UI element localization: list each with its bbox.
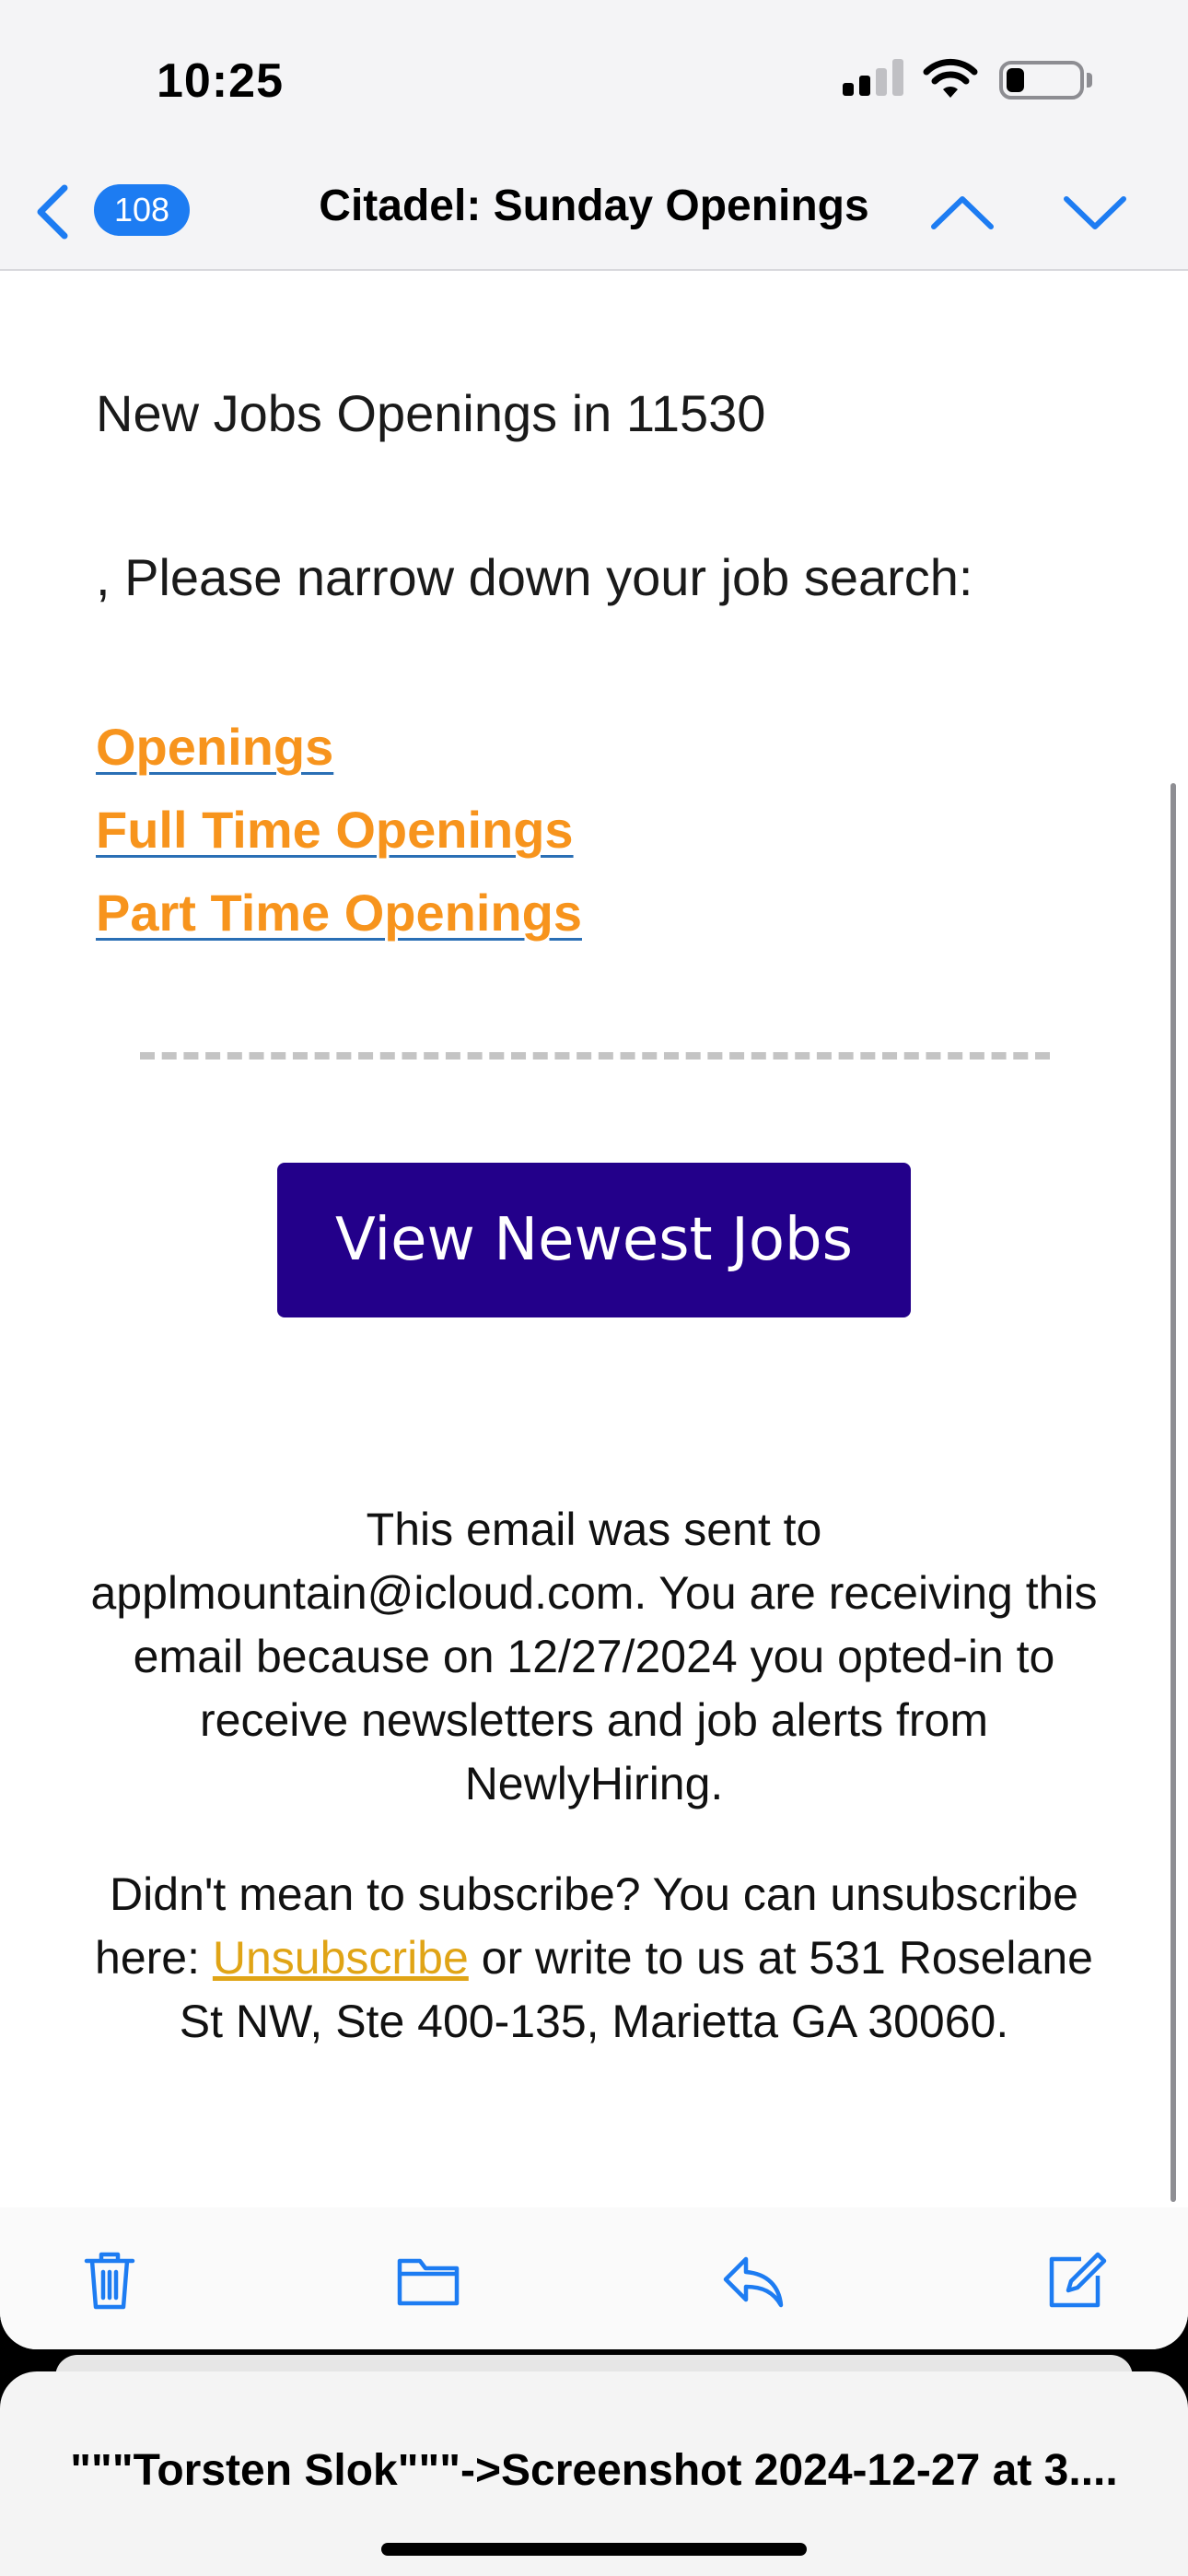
reply-icon[interactable] bbox=[720, 2248, 785, 2313]
footer-sent-notice: This email was sent to applmountain@iclo… bbox=[90, 1504, 1098, 1809]
battery-level bbox=[1007, 68, 1024, 92]
wifi-icon bbox=[923, 58, 978, 98]
dashed-divider bbox=[140, 1052, 1050, 1060]
status-bar: 10:25 bbox=[0, 0, 1188, 157]
trash-icon[interactable] bbox=[77, 2248, 142, 2313]
chevron-up-icon[interactable] bbox=[928, 184, 996, 240]
mail-toolbar bbox=[0, 2207, 1188, 2349]
status-time: 10:25 bbox=[157, 54, 284, 108]
share-sheet-title: """Torsten Slok"""->Screenshot 2024-12-2… bbox=[70, 2446, 1118, 2495]
cellular-signal-icon bbox=[843, 59, 907, 96]
battery-tip bbox=[1087, 73, 1092, 88]
folder-icon[interactable] bbox=[396, 2248, 460, 2313]
home-indicator[interactable] bbox=[381, 2543, 807, 2556]
part-time-openings-link[interactable]: Part Time Openings bbox=[96, 872, 582, 954]
chevron-down-icon[interactable] bbox=[1061, 184, 1129, 240]
email-subject-title: Citadel: Sunday Openings bbox=[319, 181, 869, 230]
email-body: New Jobs Openings in 11530 , Please narr… bbox=[0, 273, 1188, 2207]
nav-bar: 108 Citadel: Sunday Openings bbox=[0, 157, 1188, 271]
scrollbar[interactable] bbox=[1171, 783, 1176, 2202]
view-newest-jobs-button[interactable]: View Newest Jobs bbox=[277, 1163, 911, 1317]
unsubscribe-link[interactable]: Unsubscribe bbox=[213, 1932, 469, 1984]
full-time-openings-link[interactable]: Full Time Openings bbox=[96, 789, 582, 872]
email-headline: New Jobs Openings in 11530 bbox=[96, 384, 766, 442]
battery-icon bbox=[999, 61, 1084, 100]
mail-screen: 10:25 108 Citadel: Sunday Openings New J… bbox=[0, 0, 1188, 2349]
compose-icon[interactable] bbox=[1044, 2248, 1109, 2313]
footer-unsubscribe-notice: Didn't mean to subscribe? You can unsubs… bbox=[83, 1863, 1105, 2054]
narrow-search-text: , Please narrow down your job search: bbox=[96, 548, 973, 606]
job-links: Openings Full Time Openings Part Time Op… bbox=[96, 706, 582, 954]
share-sheet[interactable]: """Torsten Slok"""->Screenshot 2024-12-2… bbox=[0, 2371, 1188, 2576]
openings-link[interactable]: Openings bbox=[96, 706, 582, 789]
